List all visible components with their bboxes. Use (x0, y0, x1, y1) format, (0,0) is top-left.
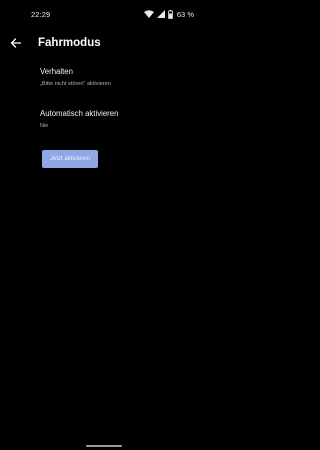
status-bar: 22:29 63 % (0, 0, 208, 28)
arrow-back-icon (10, 35, 21, 53)
preference-auto-activate[interactable]: Automatisch aktivieren Nie (40, 109, 196, 129)
signal-icon (156, 10, 165, 18)
preference-title: Automatisch aktivieren (40, 109, 119, 118)
gesture-nav-handle[interactable] (86, 445, 122, 447)
battery-percentage: 63 % (176, 9, 194, 19)
wifi-icon (143, 10, 154, 18)
app-bar: Fahrmodus (0, 30, 208, 58)
back-button[interactable] (6, 35, 24, 53)
preference-summary: Nie (40, 123, 49, 129)
preference-title: Verhalten (40, 67, 73, 76)
preference-behavior[interactable]: Verhalten „Bitte nicht stören“ aktiviere… (40, 67, 196, 87)
status-icons: 63 % (143, 9, 194, 19)
preference-summary: „Bitte nicht stören“ aktivieren (40, 81, 111, 87)
activate-now-button[interactable]: Jetzt aktivieren (42, 150, 98, 168)
status-time: 22:29 (31, 10, 51, 19)
page-title: Fahrmodus (38, 37, 101, 49)
battery-icon (167, 9, 173, 19)
